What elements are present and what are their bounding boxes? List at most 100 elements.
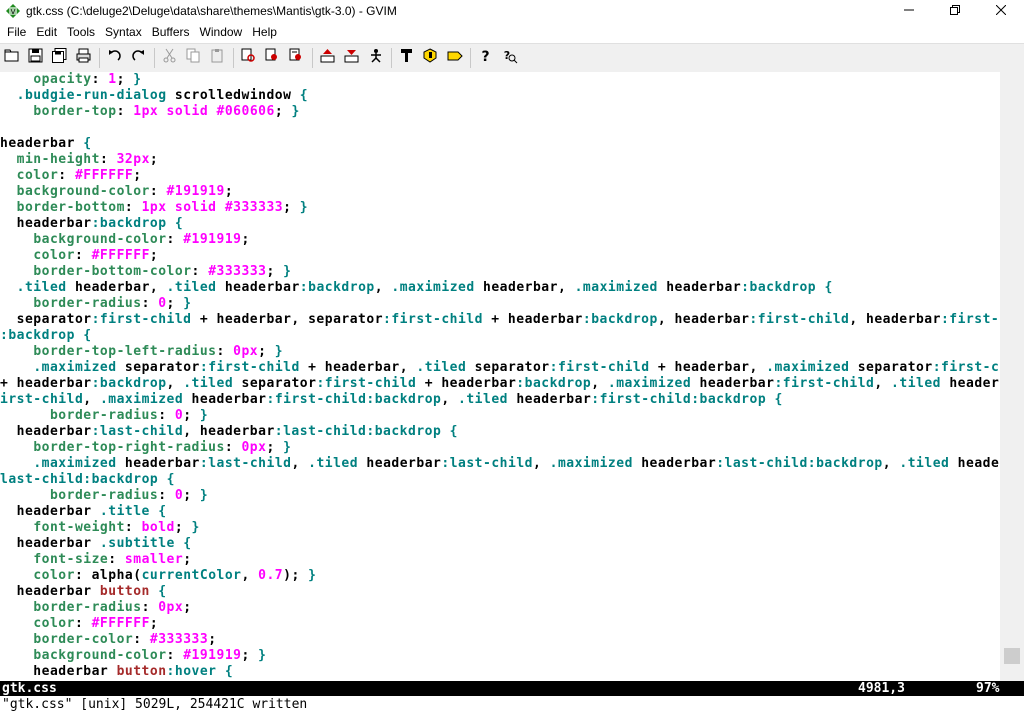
- status-line: gtk.css 4981,3 97%: [0, 681, 1024, 696]
- code-token: opacity: [33, 72, 92, 87]
- maximize-icon: [950, 2, 960, 20]
- code-token: :: [158, 488, 175, 503]
- code-token: ;: [274, 104, 292, 119]
- code-token: smaller: [124, 552, 184, 567]
- code-token: color: [16, 168, 59, 183]
- code-token: {: [158, 504, 167, 519]
- scrollbar-thumb[interactable]: [1004, 648, 1020, 664]
- code-token: ,: [532, 456, 550, 471]
- code-token: border-radius: [33, 296, 142, 311]
- code-token: ,: [83, 392, 100, 407]
- copy-icon: [186, 48, 202, 69]
- editor-text-area[interactable]: opacity: 1; } .budgie-run-dialog scrolle…: [0, 72, 1000, 681]
- code-token: ;: [149, 152, 159, 167]
- shell-button[interactable]: [419, 47, 443, 69]
- close-button[interactable]: [978, 0, 1024, 22]
- status-cursor-position: 4981,3: [858, 681, 905, 696]
- code-token: + headerbar: [0, 376, 92, 391]
- code-token: .tiled: [458, 392, 508, 407]
- code-token: ;: [166, 296, 184, 311]
- code-token: :: [116, 104, 134, 119]
- code-token: 1px solid #333333: [141, 200, 284, 215]
- menu-buffers[interactable]: Buffers: [147, 22, 195, 42]
- cut-button[interactable]: [158, 47, 182, 69]
- save-button[interactable]: [24, 47, 48, 69]
- tags-button[interactable]: [443, 47, 467, 69]
- save-session-button[interactable]: [340, 47, 364, 69]
- menu-edit[interactable]: Edit: [31, 22, 62, 42]
- code-token: + headerbar,: [299, 360, 417, 375]
- menu-file[interactable]: File: [2, 22, 31, 42]
- load-session-button[interactable]: [316, 47, 340, 69]
- code-token: ,: [374, 280, 392, 295]
- code-token: border-radius: [49, 488, 159, 503]
- open-icon: [4, 48, 20, 69]
- find-next-button[interactable]: [261, 47, 285, 69]
- code-line: border-radius: 0; }: [0, 296, 192, 312]
- paste-button[interactable]: [206, 47, 230, 69]
- find-prev-button[interactable]: [285, 47, 309, 69]
- code-line: background-color: #191919;: [0, 232, 250, 248]
- code-token: :: [216, 344, 234, 359]
- code-token: headerbar: [691, 376, 775, 391]
- code-line: :backdrop {: [0, 328, 92, 344]
- menu-help[interactable]: Help: [247, 22, 282, 42]
- menu-syntax[interactable]: Syntax: [100, 22, 147, 42]
- code-token: :: [224, 440, 242, 455]
- code-token: ;: [241, 648, 259, 663]
- code-token: :backdrop: [366, 424, 442, 439]
- minimize-button[interactable]: [886, 0, 932, 22]
- redo-button[interactable]: [127, 47, 151, 69]
- code-token: }: [183, 296, 192, 311]
- save-all-button[interactable]: [48, 47, 72, 69]
- code-line: + headerbar:backdrop, .tiled separator:f…: [0, 376, 1000, 392]
- code-token: {: [299, 88, 309, 103]
- menu-tools[interactable]: Tools: [62, 22, 100, 42]
- code-token: :: [149, 184, 167, 199]
- gvim-icon[interactable]: V: [5, 3, 21, 19]
- code-token: ;: [183, 600, 192, 615]
- code-line: .tiled headerbar, .tiled headerbar:backd…: [0, 280, 833, 296]
- vertical-scrollbar[interactable]: [1000, 72, 1024, 681]
- run-script-button[interactable]: [364, 47, 388, 69]
- code-token: ;: [116, 72, 134, 87]
- code-token: #FFFFFF: [74, 168, 134, 183]
- code-token: 1: [108, 72, 117, 87]
- code-token: , headerbar: [183, 424, 275, 439]
- code-token: headerbar: [0, 536, 100, 551]
- replace-button[interactable]: [237, 47, 261, 69]
- make-button[interactable]: [395, 47, 419, 69]
- print-button[interactable]: [72, 47, 96, 69]
- code-token: :hover: [166, 664, 217, 679]
- code-token: ,: [291, 456, 309, 471]
- code-token: {: [224, 664, 234, 679]
- code-line: .maximized separator:first-child + heade…: [0, 360, 1000, 376]
- code-line: separator:first-child + headerbar, separ…: [0, 312, 1000, 328]
- menu-window[interactable]: Window: [195, 22, 248, 42]
- minimize-icon: [904, 2, 914, 20]
- code-token: headerbar: [0, 424, 92, 439]
- undo-button[interactable]: [103, 47, 127, 69]
- code-token: :backdrop: [691, 392, 767, 407]
- code-token: + headerbar,: [649, 360, 767, 375]
- open-button[interactable]: [0, 47, 24, 69]
- window-title: gtk.css (C:\deluge2\Deluge\data\share\th…: [26, 4, 397, 18]
- undo-icon: [107, 48, 123, 69]
- code-token: :: [133, 632, 150, 647]
- code-token: }: [199, 408, 209, 423]
- find-help-button[interactable]: ?: [498, 47, 522, 69]
- code-token: :: [108, 552, 125, 567]
- code-token: last-child: [0, 472, 84, 487]
- close-icon: [995, 2, 1007, 20]
- help-button[interactable]: ?: [474, 47, 498, 69]
- run-script-icon: [368, 48, 384, 69]
- command-line[interactable]: "gtk.css" [unix] 5029L, 254421C written: [0, 697, 1024, 713]
- maximize-button[interactable]: [932, 0, 978, 22]
- copy-button[interactable]: [182, 47, 206, 69]
- code-line: color: #FFFFFF;: [0, 616, 158, 632]
